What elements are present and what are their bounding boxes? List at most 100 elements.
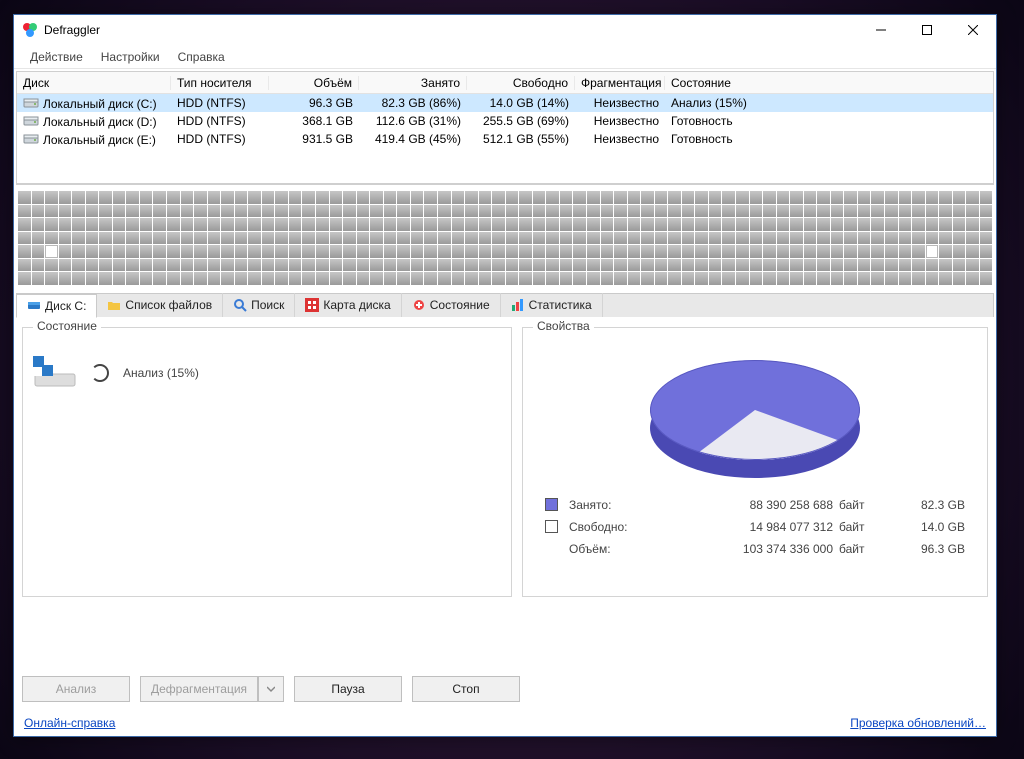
- frag-cell[interactable]: [45, 245, 58, 258]
- frag-cell[interactable]: [601, 191, 614, 204]
- frag-cell[interactable]: [655, 205, 668, 218]
- frag-cell[interactable]: [722, 259, 735, 272]
- frag-cell[interactable]: [750, 245, 763, 258]
- frag-cell[interactable]: [59, 218, 72, 231]
- frag-cell[interactable]: [248, 232, 261, 245]
- frag-cell[interactable]: [45, 205, 58, 218]
- frag-cell[interactable]: [573, 205, 586, 218]
- frag-cell[interactable]: [709, 191, 722, 204]
- frag-cell[interactable]: [885, 191, 898, 204]
- frag-cell[interactable]: [208, 191, 221, 204]
- frag-cell[interactable]: [912, 205, 925, 218]
- frag-cell[interactable]: [763, 245, 776, 258]
- frag-cell[interactable]: [546, 245, 559, 258]
- frag-cell[interactable]: [452, 245, 465, 258]
- frag-cell[interactable]: [858, 259, 871, 272]
- check-updates-link[interactable]: Проверка обновлений…: [850, 716, 986, 730]
- frag-cell[interactable]: [858, 218, 871, 231]
- frag-cell[interactable]: [871, 245, 884, 258]
- frag-cell[interactable]: [113, 218, 126, 231]
- frag-cell[interactable]: [452, 232, 465, 245]
- frag-cell[interactable]: [939, 245, 952, 258]
- frag-cell[interactable]: [452, 259, 465, 272]
- frag-cell[interactable]: [18, 272, 31, 285]
- frag-cell[interactable]: [519, 191, 532, 204]
- frag-cell[interactable]: [695, 272, 708, 285]
- frag-cell[interactable]: [899, 191, 912, 204]
- frag-cell[interactable]: [370, 245, 383, 258]
- frag-cell[interactable]: [628, 191, 641, 204]
- frag-cell[interactable]: [235, 218, 248, 231]
- frag-cell[interactable]: [885, 232, 898, 245]
- frag-cell[interactable]: [302, 218, 315, 231]
- frag-cell[interactable]: [777, 245, 790, 258]
- frag-cell[interactable]: [682, 205, 695, 218]
- frag-cell[interactable]: [695, 245, 708, 258]
- frag-cell[interactable]: [790, 259, 803, 272]
- frag-cell[interactable]: [668, 245, 681, 258]
- frag-cell[interactable]: [235, 259, 248, 272]
- frag-cell[interactable]: [153, 232, 166, 245]
- frag-cell[interactable]: [208, 232, 221, 245]
- frag-cell[interactable]: [194, 218, 207, 231]
- frag-cell[interactable]: [411, 232, 424, 245]
- frag-cell[interactable]: [587, 218, 600, 231]
- frag-cell[interactable]: [980, 218, 993, 231]
- frag-cell[interactable]: [844, 218, 857, 231]
- frag-cell[interactable]: [722, 205, 735, 218]
- frag-cell[interactable]: [858, 205, 871, 218]
- frag-cell[interactable]: [275, 259, 288, 272]
- frag-cell[interactable]: [248, 272, 261, 285]
- frag-cell[interactable]: [221, 245, 234, 258]
- frag-cell[interactable]: [262, 232, 275, 245]
- frag-cell[interactable]: [167, 218, 180, 231]
- pause-button[interactable]: Пауза: [294, 676, 402, 702]
- frag-cell[interactable]: [275, 245, 288, 258]
- frag-cell[interactable]: [343, 245, 356, 258]
- frag-cell[interactable]: [275, 272, 288, 285]
- frag-cell[interactable]: [899, 259, 912, 272]
- frag-cell[interactable]: [424, 191, 437, 204]
- frag-cell[interactable]: [113, 272, 126, 285]
- frag-cell[interactable]: [939, 272, 952, 285]
- frag-cell[interactable]: [167, 272, 180, 285]
- frag-cell[interactable]: [763, 205, 776, 218]
- frag-cell[interactable]: [831, 259, 844, 272]
- frag-cell[interactable]: [966, 272, 979, 285]
- frag-cell[interactable]: [248, 191, 261, 204]
- frag-cell[interactable]: [790, 191, 803, 204]
- frag-cell[interactable]: [86, 191, 99, 204]
- frag-cell[interactable]: [601, 272, 614, 285]
- frag-cell[interactable]: [655, 245, 668, 258]
- frag-cell[interactable]: [438, 272, 451, 285]
- frag-cell[interactable]: [817, 191, 830, 204]
- frag-cell[interactable]: [682, 218, 695, 231]
- frag-cell[interactable]: [140, 245, 153, 258]
- frag-cell[interactable]: [533, 191, 546, 204]
- frag-cell[interactable]: [452, 191, 465, 204]
- frag-cell[interactable]: [126, 272, 139, 285]
- frag-cell[interactable]: [59, 259, 72, 272]
- frag-cell[interactable]: [953, 191, 966, 204]
- frag-cell[interactable]: [492, 205, 505, 218]
- frag-cell[interactable]: [506, 232, 519, 245]
- frag-cell[interactable]: [519, 245, 532, 258]
- frag-cell[interactable]: [302, 259, 315, 272]
- frag-cell[interactable]: [343, 232, 356, 245]
- frag-cell[interactable]: [343, 272, 356, 285]
- frag-cell[interactable]: [113, 245, 126, 258]
- frag-cell[interactable]: [695, 218, 708, 231]
- menu-settings[interactable]: Настройки: [93, 47, 168, 67]
- frag-cell[interactable]: [465, 272, 478, 285]
- frag-cell[interactable]: [953, 245, 966, 258]
- frag-cell[interactable]: [126, 232, 139, 245]
- frag-cell[interactable]: [668, 205, 681, 218]
- stop-button[interactable]: Стоп: [412, 676, 520, 702]
- frag-cell[interactable]: [939, 259, 952, 272]
- frag-cell[interactable]: [506, 259, 519, 272]
- frag-cell[interactable]: [113, 232, 126, 245]
- frag-cell[interactable]: [18, 245, 31, 258]
- frag-cell[interactable]: [126, 259, 139, 272]
- frag-cell[interactable]: [533, 245, 546, 258]
- col-state[interactable]: Состояние: [665, 76, 993, 90]
